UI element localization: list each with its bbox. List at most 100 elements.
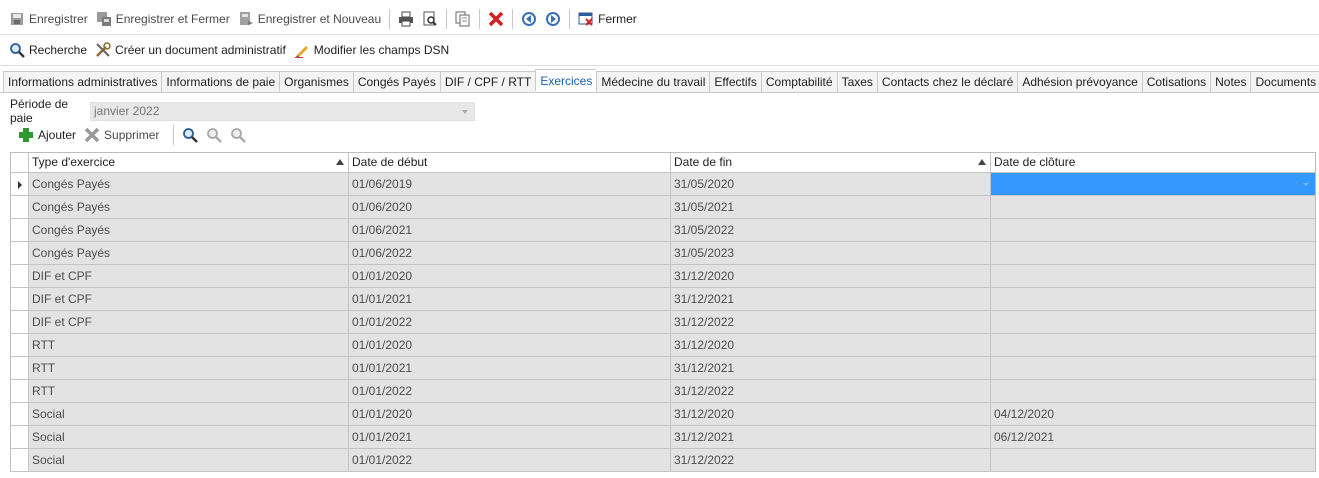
table-cell[interactable]: DIF et CPF <box>29 288 349 311</box>
tab-item[interactable]: Contacts chez le déclaré <box>876 71 1018 93</box>
tab-item[interactable]: Exercices <box>535 69 597 91</box>
column-header-start-date[interactable]: Date de début <box>349 153 671 173</box>
tab-item[interactable]: Effectifs <box>709 71 761 93</box>
table-cell[interactable]: 31/12/2021 <box>671 288 991 311</box>
edit-dsn-button[interactable]: Modifier les champs DSN <box>290 39 453 61</box>
row-indicator[interactable] <box>11 173 29 196</box>
table-cell[interactable]: 01/01/2021 <box>349 426 671 449</box>
table-row[interactable]: DIF et CPF 01/01/2022 31/12/2022 <box>11 311 1315 334</box>
row-indicator[interactable] <box>11 403 29 426</box>
table-cell[interactable] <box>991 380 1315 403</box>
find-next-button[interactable] <box>226 124 250 146</box>
table-cell[interactable]: 01/01/2022 <box>349 311 671 334</box>
row-indicator[interactable] <box>11 265 29 288</box>
save-new-button[interactable]: Enregistrer et Nouveau <box>234 8 385 30</box>
table-cell[interactable]: 01/01/2022 <box>349 380 671 403</box>
tab-item[interactable]: Congés Payés <box>352 71 440 93</box>
tab-item[interactable]: Cotisations <box>1141 71 1211 93</box>
row-indicator[interactable] <box>11 288 29 311</box>
table-row[interactable]: Congés Payés 01/06/2020 31/05/2021 <box>11 196 1315 219</box>
row-indicator[interactable] <box>11 242 29 265</box>
table-cell[interactable]: DIF et CPF <box>29 311 349 334</box>
table-cell[interactable] <box>991 196 1315 219</box>
table-row[interactable]: DIF et CPF 01/01/2020 31/12/2020 <box>11 265 1315 288</box>
table-cell[interactable] <box>991 311 1315 334</box>
table-cell[interactable] <box>991 219 1315 242</box>
table-cell[interactable]: Congés Payés <box>29 173 349 196</box>
table-cell[interactable]: 01/06/2019 <box>349 173 671 196</box>
copy-button[interactable] <box>451 8 475 30</box>
table-cell[interactable]: 31/05/2023 <box>671 242 991 265</box>
table-cell[interactable] <box>991 265 1315 288</box>
tab-item[interactable]: Informations administratives <box>3 71 162 93</box>
table-cell[interactable]: 31/05/2022 <box>671 219 991 242</box>
table-cell[interactable]: Congés Payés <box>29 196 349 219</box>
table-row[interactable]: Social 01/01/2021 31/12/2021 06/12/2021 <box>11 426 1315 449</box>
table-row[interactable]: Congés Payés 01/06/2019 31/05/2020 <box>11 173 1315 196</box>
print-button[interactable] <box>394 8 418 30</box>
table-cell[interactable]: 01/01/2020 <box>349 265 671 288</box>
tab-item[interactable]: DIF / CPF / RTT <box>439 71 536 93</box>
previous-button[interactable] <box>517 8 541 30</box>
chevron-down-icon[interactable] <box>1303 183 1309 186</box>
table-cell[interactable] <box>991 288 1315 311</box>
tab-item[interactable]: Comptabilité <box>760 71 837 93</box>
find-button[interactable] <box>178 124 202 146</box>
tab-item[interactable]: Documents associés <box>1250 71 1319 93</box>
table-cell[interactable]: Congés Payés <box>29 219 349 242</box>
table-cell[interactable]: Congés Payés <box>29 242 349 265</box>
find-previous-button[interactable] <box>202 124 226 146</box>
table-cell[interactable]: 31/12/2022 <box>671 380 991 403</box>
table-cell[interactable]: 31/12/2022 <box>671 449 991 472</box>
tab-item[interactable]: Organismes <box>279 71 353 93</box>
table-row[interactable]: Congés Payés 01/06/2022 31/05/2023 <box>11 242 1315 265</box>
table-cell[interactable]: RTT <box>29 334 349 357</box>
row-indicator[interactable] <box>11 196 29 219</box>
table-cell[interactable]: 31/05/2021 <box>671 196 991 219</box>
row-indicator[interactable] <box>11 426 29 449</box>
search-button[interactable]: Recherche <box>5 39 91 61</box>
table-cell[interactable]: 01/06/2020 <box>349 196 671 219</box>
table-cell[interactable]: 31/12/2020 <box>671 265 991 288</box>
create-document-button[interactable]: Créer un document administratif <box>91 39 290 61</box>
table-row[interactable]: RTT 01/01/2021 31/12/2021 <box>11 357 1315 380</box>
column-header-end-date[interactable]: Date de fin <box>671 153 991 173</box>
table-cell[interactable]: DIF et CPF <box>29 265 349 288</box>
tab-item[interactable]: Notes <box>1210 71 1251 93</box>
table-cell[interactable]: 01/01/2021 <box>349 288 671 311</box>
table-cell[interactable] <box>991 357 1315 380</box>
table-row[interactable]: Social 01/01/2020 31/12/2020 04/12/2020 <box>11 403 1315 426</box>
table-cell[interactable]: 01/01/2020 <box>349 403 671 426</box>
row-indicator[interactable] <box>11 380 29 403</box>
table-cell[interactable]: 01/01/2020 <box>349 334 671 357</box>
table-cell[interactable]: 31/12/2021 <box>671 426 991 449</box>
tab-item[interactable]: Adhésion prévoyance <box>1017 71 1142 93</box>
row-indicator[interactable] <box>11 219 29 242</box>
table-cell[interactable] <box>991 334 1315 357</box>
table-row[interactable]: Congés Payés 01/06/2021 31/05/2022 <box>11 219 1315 242</box>
tab-item[interactable]: Taxes <box>836 71 877 93</box>
table-cell[interactable]: Social <box>29 449 349 472</box>
table-cell[interactable]: 01/01/2022 <box>349 449 671 472</box>
table-row[interactable]: Social 01/01/2022 31/12/2022 <box>11 449 1315 472</box>
column-header-type[interactable]: Type d'exercice <box>29 153 349 173</box>
close-button[interactable]: Fermer <box>574 8 641 30</box>
table-cell[interactable]: RTT <box>29 380 349 403</box>
tab-item[interactable]: Informations de paie <box>161 71 280 93</box>
row-indicator[interactable] <box>11 311 29 334</box>
table-row[interactable]: RTT 01/01/2022 31/12/2022 <box>11 380 1315 403</box>
table-row[interactable]: DIF et CPF 01/01/2021 31/12/2021 <box>11 288 1315 311</box>
next-button[interactable] <box>541 8 565 30</box>
save-button[interactable]: Enregistrer <box>5 8 92 30</box>
column-header-closing-date[interactable]: Date de clôture <box>991 153 1315 173</box>
table-cell[interactable]: Social <box>29 403 349 426</box>
row-indicator[interactable] <box>11 357 29 380</box>
table-cell[interactable]: RTT <box>29 357 349 380</box>
save-close-button[interactable]: Enregistrer et Fermer <box>92 8 234 30</box>
table-cell[interactable] <box>991 173 1315 196</box>
table-cell[interactable] <box>991 242 1315 265</box>
table-cell[interactable]: 31/12/2022 <box>671 311 991 334</box>
table-cell[interactable]: 31/12/2020 <box>671 403 991 426</box>
delete-row-button[interactable]: Supprimer <box>80 124 163 146</box>
table-cell[interactable]: 01/01/2021 <box>349 357 671 380</box>
